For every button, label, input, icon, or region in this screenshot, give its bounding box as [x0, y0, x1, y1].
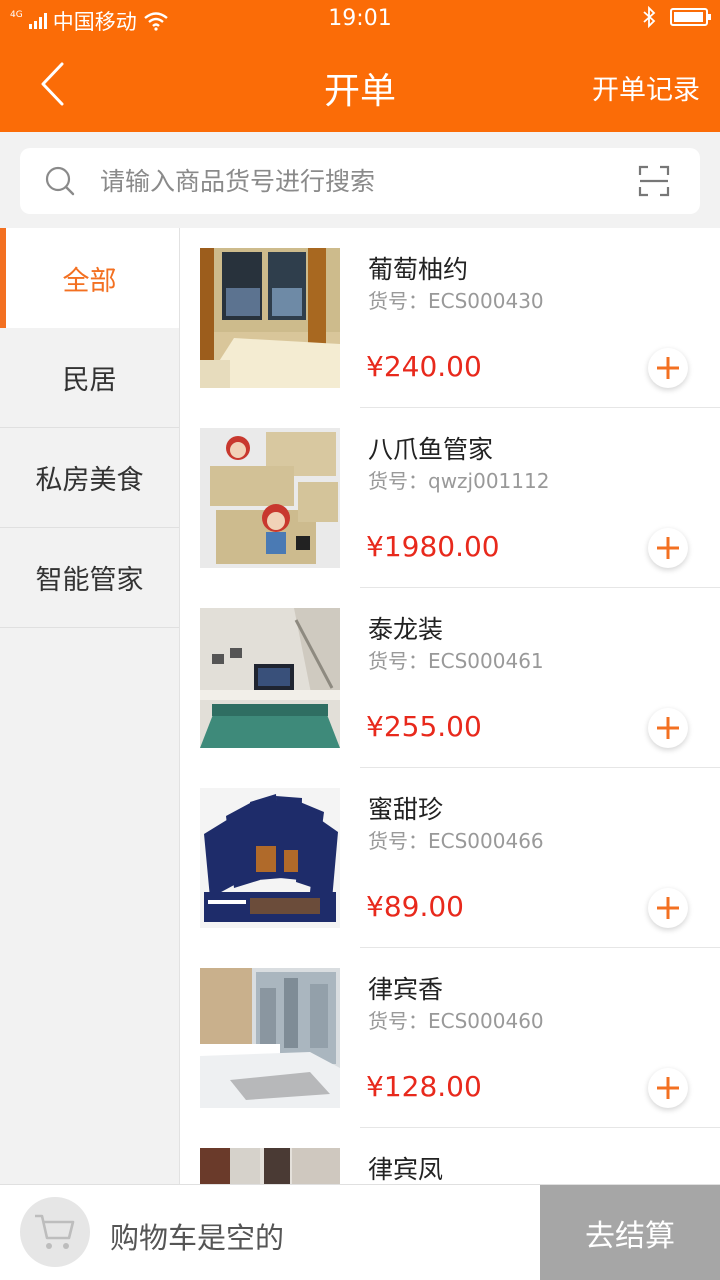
- add-to-cart-button[interactable]: [648, 1068, 688, 1108]
- order-history-link[interactable]: 开单记录: [592, 68, 700, 107]
- product-image[interactable]: [200, 968, 340, 1108]
- category-label: 民居: [62, 365, 117, 396]
- product-image[interactable]: [200, 428, 340, 568]
- product-name: 蜜甜珍: [368, 795, 444, 824]
- product-code: 货号：ECS000460: [368, 1009, 544, 1033]
- cart-button[interactable]: [20, 1197, 90, 1267]
- product-item[interactable]: 律宾凤: [180, 1128, 720, 1184]
- plus-icon: [657, 717, 679, 739]
- product-name: 葡萄柚约: [368, 255, 469, 284]
- add-to-cart-button[interactable]: [648, 708, 688, 748]
- plus-icon: [657, 357, 679, 379]
- product-item[interactable]: 律宾香 货号：ECS000460 ¥128.00: [180, 948, 720, 1128]
- product-price: ¥1980.00: [366, 530, 500, 563]
- cart-status-text: 购物车是空的: [110, 1221, 285, 1255]
- product-image[interactable]: [200, 248, 340, 388]
- product-code: 货号：ECS000461: [368, 649, 544, 673]
- category-smart-butler[interactable]: 智能管家: [0, 528, 179, 628]
- category-private-food[interactable]: 私房美食: [0, 428, 179, 528]
- product-list: 葡萄柚约 货号：ECS000430 ¥240.00 八爪鱼管家 货号：qwzj0…: [180, 228, 720, 1184]
- product-image[interactable]: [200, 608, 340, 748]
- chevron-left-icon: [41, 62, 64, 106]
- app-header: 4G 中国移动 19:01 开单 开单记录: [0, 0, 720, 132]
- category-label: 私房美食: [35, 465, 144, 496]
- back-button[interactable]: [30, 58, 74, 110]
- product-price: ¥255.00: [366, 710, 482, 743]
- status-right: [642, 6, 711, 28]
- category-label: 智能管家: [35, 565, 144, 596]
- product-price: ¥240.00: [366, 350, 482, 383]
- product-price: ¥89.00: [366, 890, 464, 923]
- search-box: [20, 148, 700, 214]
- product-item[interactable]: 葡萄柚约 货号：ECS000430 ¥240.00: [180, 228, 720, 408]
- search-icon: [45, 166, 75, 196]
- product-name: 八爪鱼管家: [368, 435, 494, 464]
- product-code: 货号：ECS000466: [368, 829, 544, 853]
- add-to-cart-button[interactable]: [648, 348, 688, 388]
- cart-bar: 购物车是空的 去结算: [0, 1184, 720, 1280]
- status-time: 19:01: [328, 6, 392, 31]
- search-bar: [0, 132, 720, 228]
- status-bar: 4G 中国移动 19:01: [0, 0, 720, 38]
- battery-level: [674, 12, 703, 22]
- shopping-cart-icon: [35, 1214, 75, 1249]
- product-code: 货号：ECS000430: [368, 289, 544, 313]
- category-sidebar: 全部 民居 私房美食 智能管家: [0, 228, 180, 1184]
- search-input[interactable]: [100, 160, 620, 202]
- plus-icon: [657, 897, 679, 919]
- checkout-button[interactable]: 去结算: [540, 1185, 720, 1280]
- product-item[interactable]: 蜜甜珍 货号：ECS000466 ¥89.00: [180, 768, 720, 948]
- category-minju[interactable]: 民居: [0, 328, 179, 428]
- add-to-cart-button[interactable]: [648, 528, 688, 568]
- category-all[interactable]: 全部: [0, 228, 179, 328]
- product-image[interactable]: [200, 1148, 340, 1184]
- bluetooth-icon: [643, 6, 656, 28]
- add-to-cart-button[interactable]: [648, 888, 688, 928]
- product-code: 货号：qwzj001112: [368, 469, 550, 493]
- product-price: ¥128.00: [366, 1070, 482, 1103]
- battery-icon: [670, 8, 711, 26]
- scan-icon[interactable]: [638, 165, 670, 197]
- category-label: 全部: [62, 265, 117, 297]
- product-item[interactable]: 八爪鱼管家 货号：qwzj001112 ¥1980.00: [180, 408, 720, 588]
- product-image[interactable]: [200, 788, 340, 928]
- product-item[interactable]: 泰龙装 货号：ECS000461 ¥255.00: [180, 588, 720, 768]
- product-name: 律宾香: [368, 975, 444, 1004]
- plus-icon: [657, 1077, 679, 1099]
- product-name: 律宾凤: [368, 1155, 444, 1184]
- plus-icon: [657, 537, 679, 559]
- product-name: 泰龙装: [368, 615, 444, 644]
